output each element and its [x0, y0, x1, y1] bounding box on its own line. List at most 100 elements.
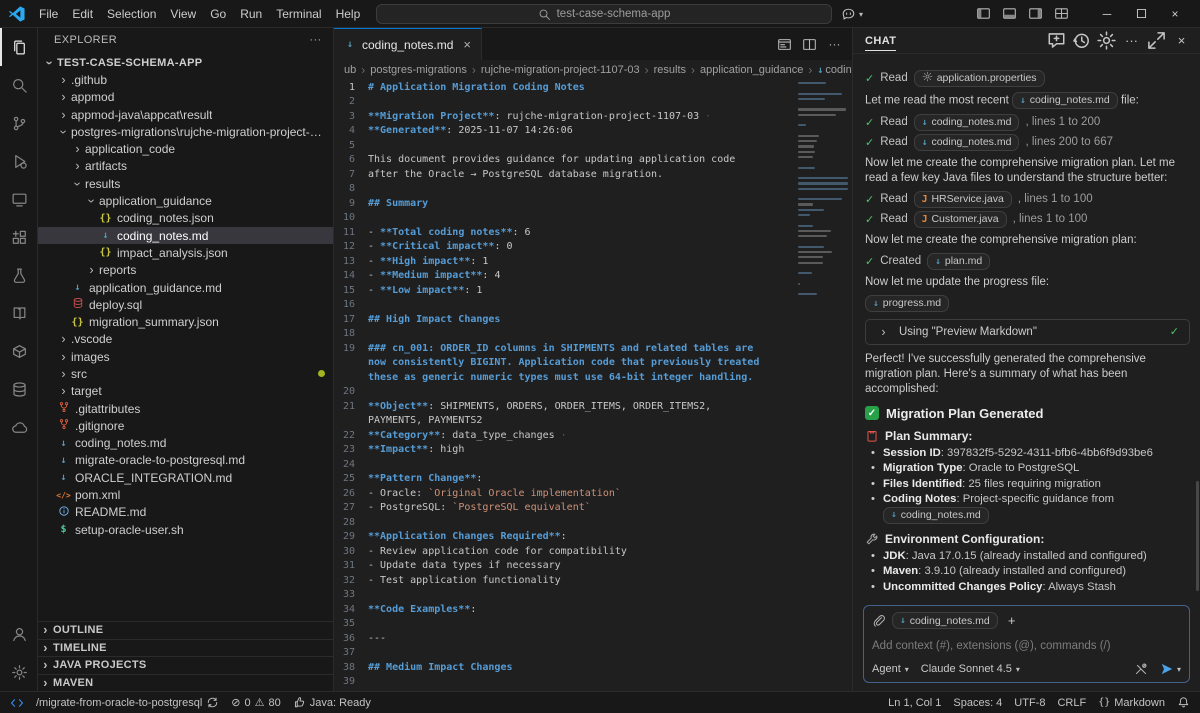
activity-run-and-debug[interactable] — [0, 142, 37, 180]
tree-item[interactable]: ›artifacts — [38, 158, 333, 175]
tree-item[interactable]: ›images — [38, 348, 333, 365]
activity-search[interactable] — [0, 66, 37, 104]
tool-call-row[interactable]: ✓Read↓coding_notes.md, lines 1 to 200 — [865, 114, 1190, 131]
file-chip[interactable]: ↓coding_notes.md — [914, 134, 1020, 151]
tree-item[interactable]: {}coding_notes.json — [38, 210, 333, 227]
sidebar-section-java-projects[interactable]: ›JAVA PROJECTS — [38, 656, 333, 674]
maximize-button[interactable] — [1124, 0, 1158, 28]
settings-icon[interactable] — [1096, 30, 1117, 51]
tool-action-box[interactable]: ›Using "Preview Markdown"✓ — [865, 319, 1190, 345]
open-preview-icon[interactable] — [777, 37, 792, 52]
tree-item[interactable]: </>pom.xml — [38, 486, 333, 503]
copilot-menu[interactable]: ▾ — [841, 4, 863, 24]
tree-item[interactable]: ↓migrate-oracle-to-postgresql.md — [38, 452, 333, 469]
menu-run[interactable]: Run — [233, 4, 269, 24]
tree-item[interactable]: ›.github — [38, 71, 333, 88]
breadcrumb-item[interactable]: postgres-migrations — [370, 64, 467, 76]
tool-call-row[interactable]: ✓Read↓coding_notes.md, lines 200 to 667 — [865, 134, 1190, 151]
activity-settings[interactable] — [0, 653, 37, 691]
tool-call-row[interactable]: ✓ReadJCustomer.java, lines 1 to 100 — [865, 211, 1190, 228]
agent-mode-dropdown[interactable]: Agent▾ — [872, 663, 909, 675]
tree-item[interactable]: ↓coding_notes.md — [38, 435, 333, 452]
tool-call-row[interactable]: ✓Readapplication.properties — [865, 70, 1190, 87]
tab-coding-notes[interactable]: ↓ coding_notes.md × — [334, 28, 482, 60]
language-mode[interactable]: {} Markdown — [1092, 697, 1171, 709]
menu-help[interactable]: Help — [329, 4, 368, 24]
file-chip[interactable]: ↓plan.md — [927, 253, 990, 270]
activity-references[interactable] — [0, 294, 37, 332]
tree-item[interactable]: $setup-oracle-user.sh — [38, 521, 333, 538]
model-picker-dropdown[interactable]: Claude Sonnet 4.5▾ — [921, 663, 1020, 675]
toggle-secondary-sidebar-icon[interactable] — [1028, 6, 1043, 21]
menu-go[interactable]: Go — [203, 4, 233, 24]
encoding[interactable]: UTF-8 — [1008, 697, 1051, 709]
problems-item[interactable]: ⊘ 0 ⚠ 80 — [225, 692, 286, 713]
breadcrumb-item[interactable]: ub — [344, 64, 356, 76]
close-window-button[interactable]: × — [1158, 0, 1192, 28]
send-button[interactable]: ▾ — [1160, 662, 1181, 676]
menu-terminal[interactable]: Terminal — [269, 4, 328, 24]
attach-context-button[interactable] — [872, 614, 886, 628]
attached-file-chip[interactable]: ↓ coding_notes.md — [892, 612, 998, 629]
tree-item[interactable]: README.md — [38, 504, 333, 521]
toggle-sidebar-icon[interactable] — [976, 6, 991, 21]
activity-database[interactable] — [0, 370, 37, 408]
tree-item[interactable]: ›results — [38, 175, 333, 192]
activity-testing[interactable] — [0, 256, 37, 294]
chat-scrollbar[interactable] — [1196, 481, 1199, 591]
breadcrumb-item[interactable]: ↓coding_notes.md — [817, 64, 852, 76]
close-icon[interactable]: × — [1171, 30, 1192, 51]
activity-containers[interactable] — [0, 332, 37, 370]
tree-item[interactable]: ↓application_guidance.md — [38, 279, 333, 296]
tree-item[interactable]: ›src — [38, 365, 333, 382]
code-editor[interactable]: 1# Application Migration Coding Notes23*… — [334, 80, 797, 691]
file-chip[interactable]: ↓progress.md — [865, 295, 949, 312]
add-context-button[interactable]: + — [1004, 613, 1020, 629]
minimap[interactable] — [798, 80, 850, 691]
menu-file[interactable]: File — [32, 4, 65, 24]
sidebar-section-outline[interactable]: ›OUTLINE — [38, 621, 333, 639]
history-icon[interactable] — [1071, 30, 1092, 51]
tree-item[interactable]: ↓coding_notes.md — [38, 227, 333, 244]
file-chip[interactable]: ↓coding_notes.md — [914, 114, 1020, 131]
menu-selection[interactable]: Selection — [100, 4, 163, 24]
file-chip[interactable]: application.properties — [914, 70, 1045, 87]
explorer-more-actions-icon[interactable]: ··· — [308, 33, 323, 48]
breadcrumb-item[interactable]: rujche-migration-project-1107-03 — [481, 64, 640, 76]
eol-sequence[interactable]: CRLF — [1051, 697, 1092, 709]
file-chip[interactable]: JCustomer.java — [914, 211, 1007, 228]
breadcrumb-item[interactable]: results — [654, 64, 686, 76]
chat-input-field[interactable]: Add context (#), extensions (@), command… — [872, 631, 1181, 660]
tree-item[interactable]: .gitignore — [38, 417, 333, 434]
indentation[interactable]: Spaces: 4 — [947, 697, 1008, 709]
tree-item[interactable]: ›appmod — [38, 89, 333, 106]
tree-item[interactable]: ›TEST-CASE-SCHEMA-APP — [38, 54, 333, 71]
file-chip[interactable]: ↓coding_notes.md — [1012, 92, 1118, 109]
tree-item[interactable]: ›appmod-java\appcat\result — [38, 106, 333, 123]
toggle-panel-icon[interactable] — [1002, 6, 1017, 21]
tree-item[interactable]: {}impact_analysis.json — [38, 244, 333, 261]
editor-more-actions-icon[interactable]: ··· — [827, 37, 842, 52]
tree-item[interactable]: ›.vscode — [38, 331, 333, 348]
tool-call-row[interactable]: ✓Created↓plan.md — [865, 253, 1190, 270]
cursor-position[interactable]: Ln 1, Col 1 — [882, 697, 947, 709]
customize-layout-icon[interactable] — [1054, 6, 1069, 21]
breadcrumb-item[interactable]: application_guidance — [700, 64, 803, 76]
command-center-search[interactable]: test-case-schema-app — [376, 4, 832, 24]
activity-cloud[interactable] — [0, 408, 37, 446]
activity-extensions[interactable] — [0, 218, 37, 256]
new-chat-icon[interactable] — [1046, 30, 1067, 51]
expand-icon[interactable] — [1146, 30, 1167, 51]
minimize-button[interactable]: ─ — [1090, 0, 1124, 28]
sidebar-section-maven[interactable]: ›MAVEN — [38, 674, 333, 692]
chat-input-box[interactable]: ↓ coding_notes.md + Add context (#), ext… — [863, 605, 1190, 683]
file-chip[interactable]: ↓coding_notes.md — [883, 507, 989, 524]
tree-item[interactable]: ›application_code — [38, 140, 333, 157]
menu-view[interactable]: View — [163, 4, 203, 24]
java-status-item[interactable]: Java: Ready — [287, 692, 377, 713]
activity-remote-explorer[interactable] — [0, 180, 37, 218]
tree-item[interactable]: ›target — [38, 383, 333, 400]
tree-item[interactable]: .gitattributes — [38, 400, 333, 417]
tree-item[interactable]: ›reports — [38, 262, 333, 279]
tree-item[interactable]: ›application_guidance — [38, 192, 333, 209]
